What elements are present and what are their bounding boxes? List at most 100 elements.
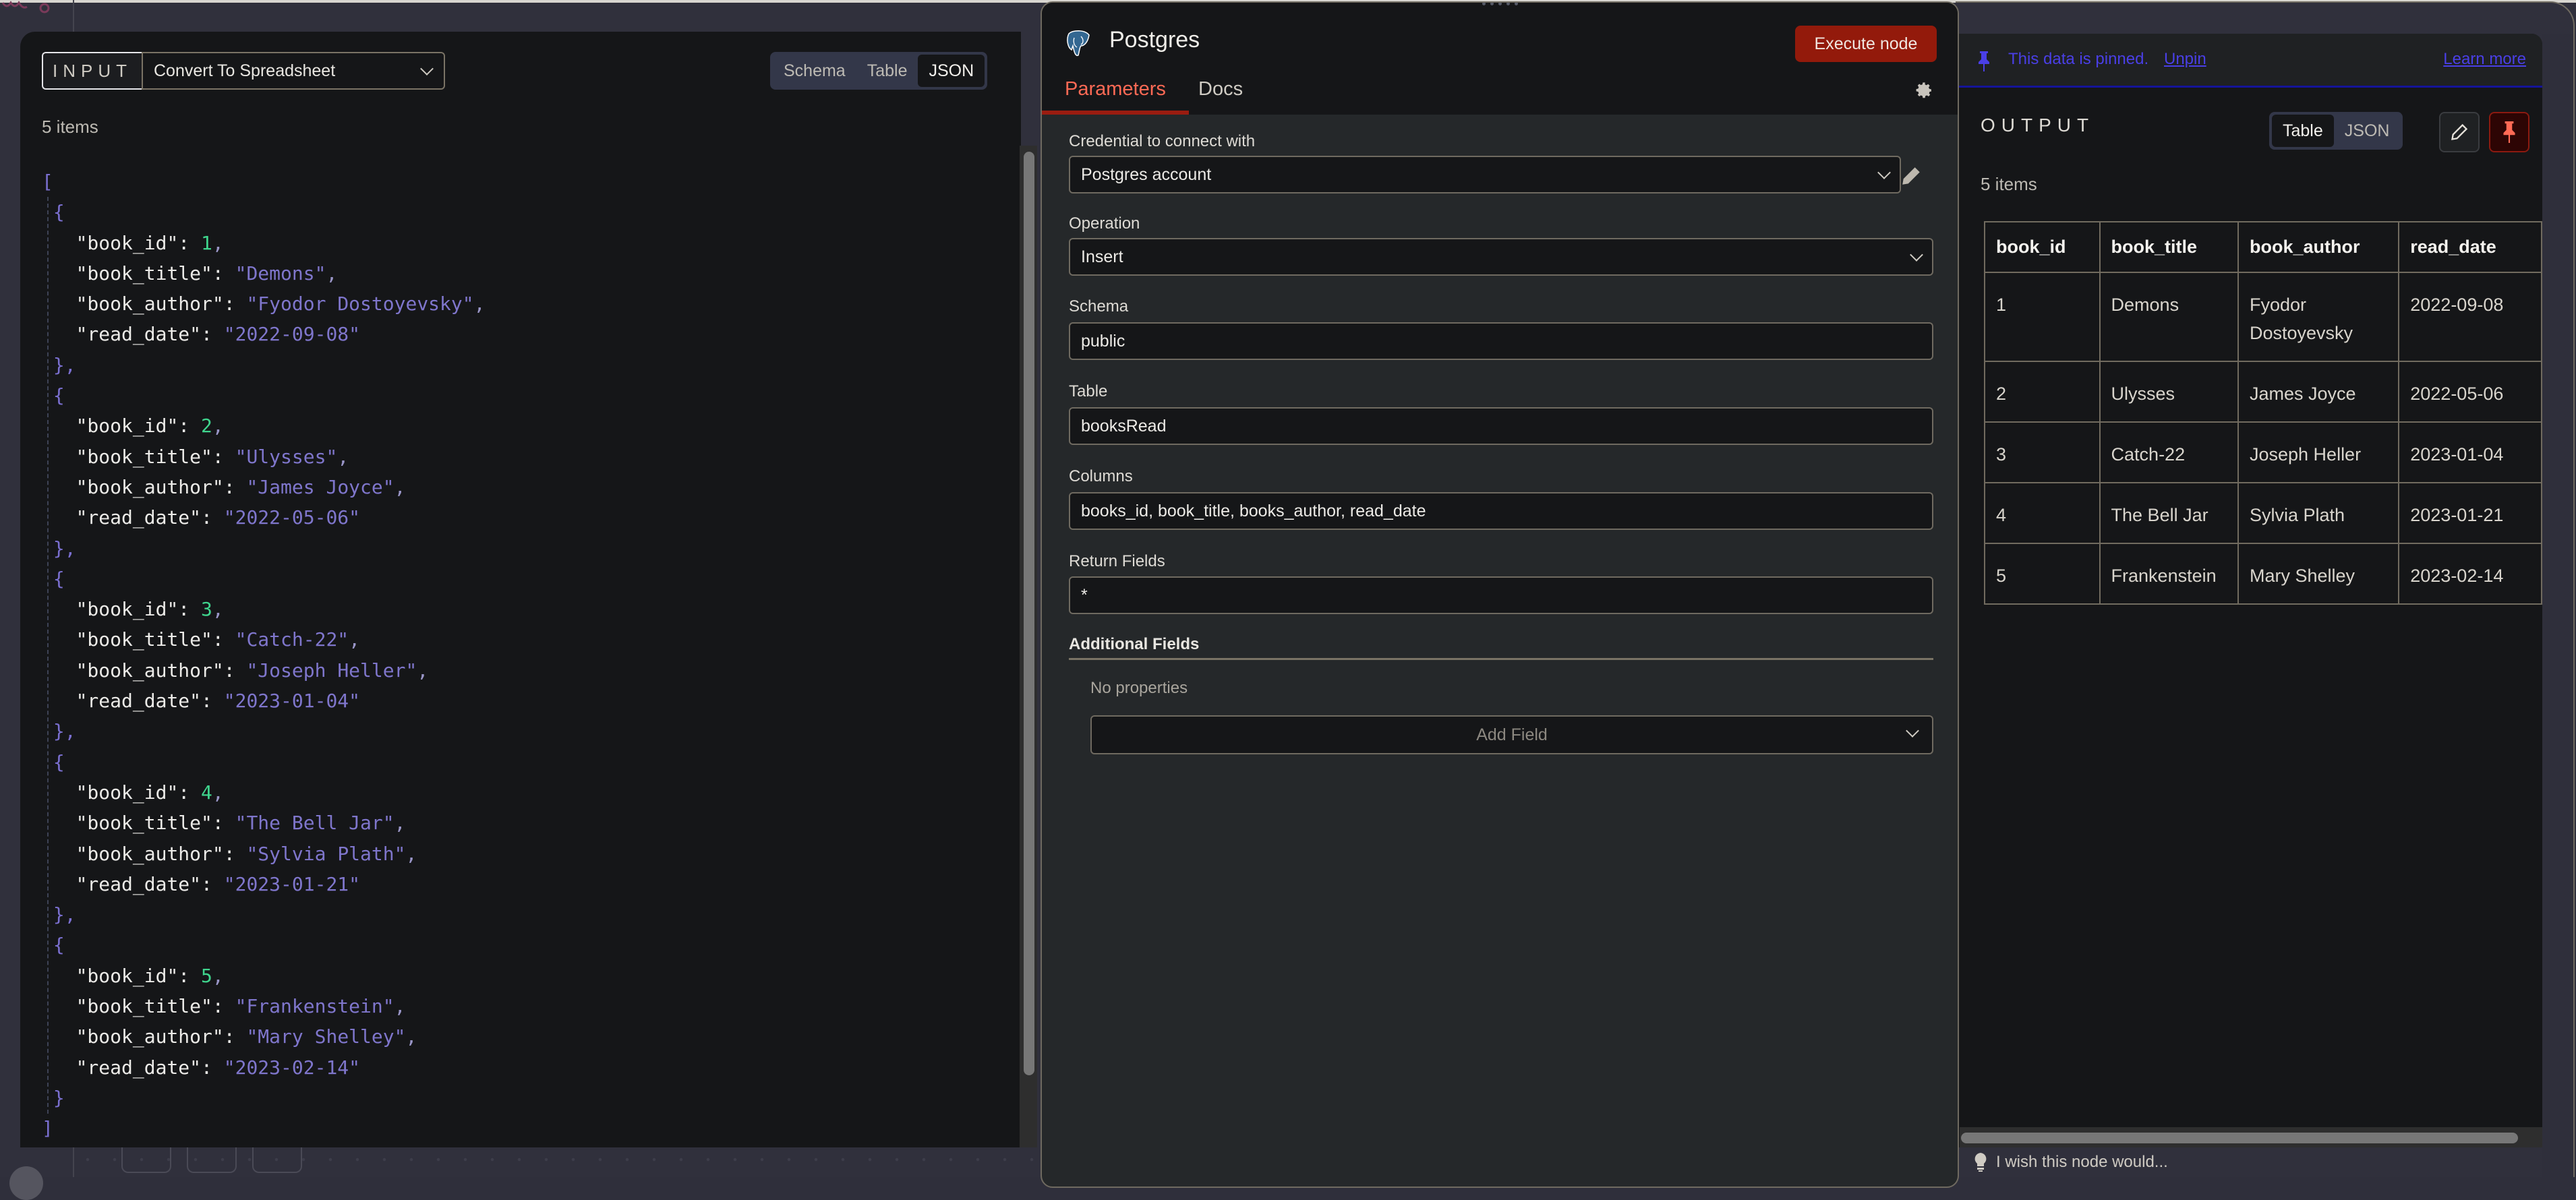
edit-output-button[interactable] xyxy=(2439,112,2480,152)
return-fields-input[interactable]: * xyxy=(1069,576,1933,614)
json-line: "book_id": 5, xyxy=(42,961,485,991)
output-scrollbar-thumb[interactable] xyxy=(1961,1133,2518,1143)
output-label: OUTPUT xyxy=(1981,115,2095,136)
chevron-down-icon xyxy=(420,62,434,76)
json-line: "read_date": "2022-05-06" xyxy=(42,502,485,533)
json-line: "book_id": 4, xyxy=(42,777,485,808)
json-value: 4 xyxy=(201,781,212,804)
canvas-node-button[interactable] xyxy=(252,1146,302,1173)
learn-more-link[interactable]: Learn more xyxy=(2443,50,2526,69)
json-line: { xyxy=(42,380,485,411)
json-key: "book_title" xyxy=(76,995,212,1017)
input-label: INPUT xyxy=(42,52,142,90)
columns-label: Columns xyxy=(1069,467,1133,486)
columns-value: books_id, book_title, books_author, read… xyxy=(1081,502,1426,521)
json-line: { xyxy=(42,747,485,777)
execute-node-button[interactable]: Execute node xyxy=(1795,26,1937,62)
json-viewer: [ { "book_id": 1, "book_title": "Demons"… xyxy=(42,167,485,1144)
input-header: INPUT Convert To Spreadsheet xyxy=(42,52,445,90)
json-value: "Joseph Heller" xyxy=(246,659,417,682)
json-line: "book_title": "Frankenstein", xyxy=(42,991,485,1021)
node-settings-panel: Postgres Execute node Parameters Docs Cr… xyxy=(1041,1,1959,1188)
table-cell: 1 xyxy=(1985,272,2100,361)
json-value: "Demons" xyxy=(235,262,326,284)
json-key: "read_date" xyxy=(76,873,201,895)
json-value: "Catch-22" xyxy=(235,628,349,651)
operation-select[interactable]: Insert xyxy=(1069,238,1933,276)
output-view-json[interactable]: JSON xyxy=(2334,115,2401,147)
output-view-table[interactable]: Table xyxy=(2272,115,2334,147)
tab-parameters[interactable]: Parameters xyxy=(1065,78,1166,100)
json-line: "book_author": "James Joyce", xyxy=(42,472,485,502)
json-bracket: }, xyxy=(53,903,76,926)
json-line: { xyxy=(42,197,485,227)
json-key: "book_title" xyxy=(76,446,212,468)
json-line: "book_id": 2, xyxy=(42,411,485,441)
input-view-json[interactable]: JSON xyxy=(918,55,985,87)
gear-icon[interactable] xyxy=(1914,81,1933,100)
input-view-schema[interactable]: Schema xyxy=(773,55,856,87)
add-field-label: Add Field xyxy=(1476,725,1548,745)
table-cell: James Joyce xyxy=(2238,361,2399,422)
feedback-text: I wish this node would... xyxy=(1996,1153,2168,1172)
json-bracket: ] xyxy=(42,1117,53,1139)
json-key: "read_date" xyxy=(76,1056,201,1079)
json-line: "book_id": 3, xyxy=(42,594,485,624)
columns-input[interactable]: books_id, book_title, books_author, read… xyxy=(1069,492,1933,530)
json-bracket: { xyxy=(53,201,65,223)
canvas-node-button[interactable] xyxy=(121,1146,171,1173)
output-items-count: 5 items xyxy=(1981,174,2037,195)
json-line: }, xyxy=(42,533,485,564)
json-bracket: }, xyxy=(53,720,76,742)
postgres-elephant-icon xyxy=(1065,30,1092,58)
return-fields-label: Return Fields xyxy=(1069,552,1165,571)
json-line: }, xyxy=(42,899,485,930)
table-input[interactable]: booksRead xyxy=(1069,407,1933,445)
schema-input[interactable]: public xyxy=(1069,322,1933,360)
input-view-table[interactable]: Table xyxy=(856,55,918,87)
canvas-avatar[interactable] xyxy=(9,1166,43,1200)
json-key: "book_author" xyxy=(76,293,224,315)
json-bracket: }, xyxy=(53,354,76,376)
json-line: "read_date": "2023-02-14" xyxy=(42,1052,485,1083)
json-key: "read_date" xyxy=(76,323,201,345)
json-line: "book_title": "Catch-22", xyxy=(42,624,485,655)
credential-select[interactable]: Postgres account xyxy=(1069,156,1901,193)
table-cell: 2022-05-06 xyxy=(2399,361,2542,422)
json-bracket: }, xyxy=(53,537,76,560)
json-value: "The Bell Jar" xyxy=(235,812,394,834)
json-value: "James Joyce" xyxy=(246,476,394,498)
tab-docs[interactable]: Docs xyxy=(1198,78,1243,100)
add-field-dropdown[interactable]: Add Field xyxy=(1090,715,1933,754)
input-scrollbar-thumb[interactable] xyxy=(1024,152,1034,1075)
no-properties-text: No properties xyxy=(1090,679,1188,698)
json-line: "book_id": 1, xyxy=(42,228,485,258)
edit-credential-pencil-icon[interactable] xyxy=(1900,164,1923,187)
panel-drag-handle[interactable] xyxy=(1457,1,1543,8)
json-line: [ xyxy=(42,167,485,197)
json-key: "book_id" xyxy=(76,415,179,437)
json-key: "book_id" xyxy=(76,232,179,254)
json-value: "Frankenstein" xyxy=(235,995,394,1017)
feedback-prompt[interactable]: I wish this node would... xyxy=(1974,1153,2168,1172)
json-line: "book_title": "Demons", xyxy=(42,258,485,289)
pin-icon xyxy=(2502,121,2517,143)
canvas-right-gutter xyxy=(2542,34,2576,1180)
table-cell: 4 xyxy=(1985,483,2100,543)
chevron-down-icon xyxy=(1906,724,1919,738)
credential-value: Postgres account xyxy=(1081,165,1211,185)
input-node-select[interactable]: Convert To Spreadsheet xyxy=(142,52,445,90)
json-bracket: } xyxy=(53,1087,65,1109)
operation-value: Insert xyxy=(1081,247,1123,267)
json-line: "read_date": "2023-01-04" xyxy=(42,686,485,716)
json-line: "book_author": "Mary Shelley", xyxy=(42,1021,485,1052)
pin-output-button[interactable] xyxy=(2489,112,2529,152)
json-value: "2022-09-08" xyxy=(224,323,360,345)
input-panel: INPUT Convert To Spreadsheet Schema Tabl… xyxy=(20,32,1021,1147)
json-bracket: [ xyxy=(42,171,53,193)
json-value: 3 xyxy=(201,598,212,620)
canvas-node-button[interactable] xyxy=(187,1146,237,1173)
json-key: "book_title" xyxy=(76,262,212,284)
unpin-link[interactable]: Unpin xyxy=(2164,50,2206,69)
json-bracket: { xyxy=(53,934,65,956)
